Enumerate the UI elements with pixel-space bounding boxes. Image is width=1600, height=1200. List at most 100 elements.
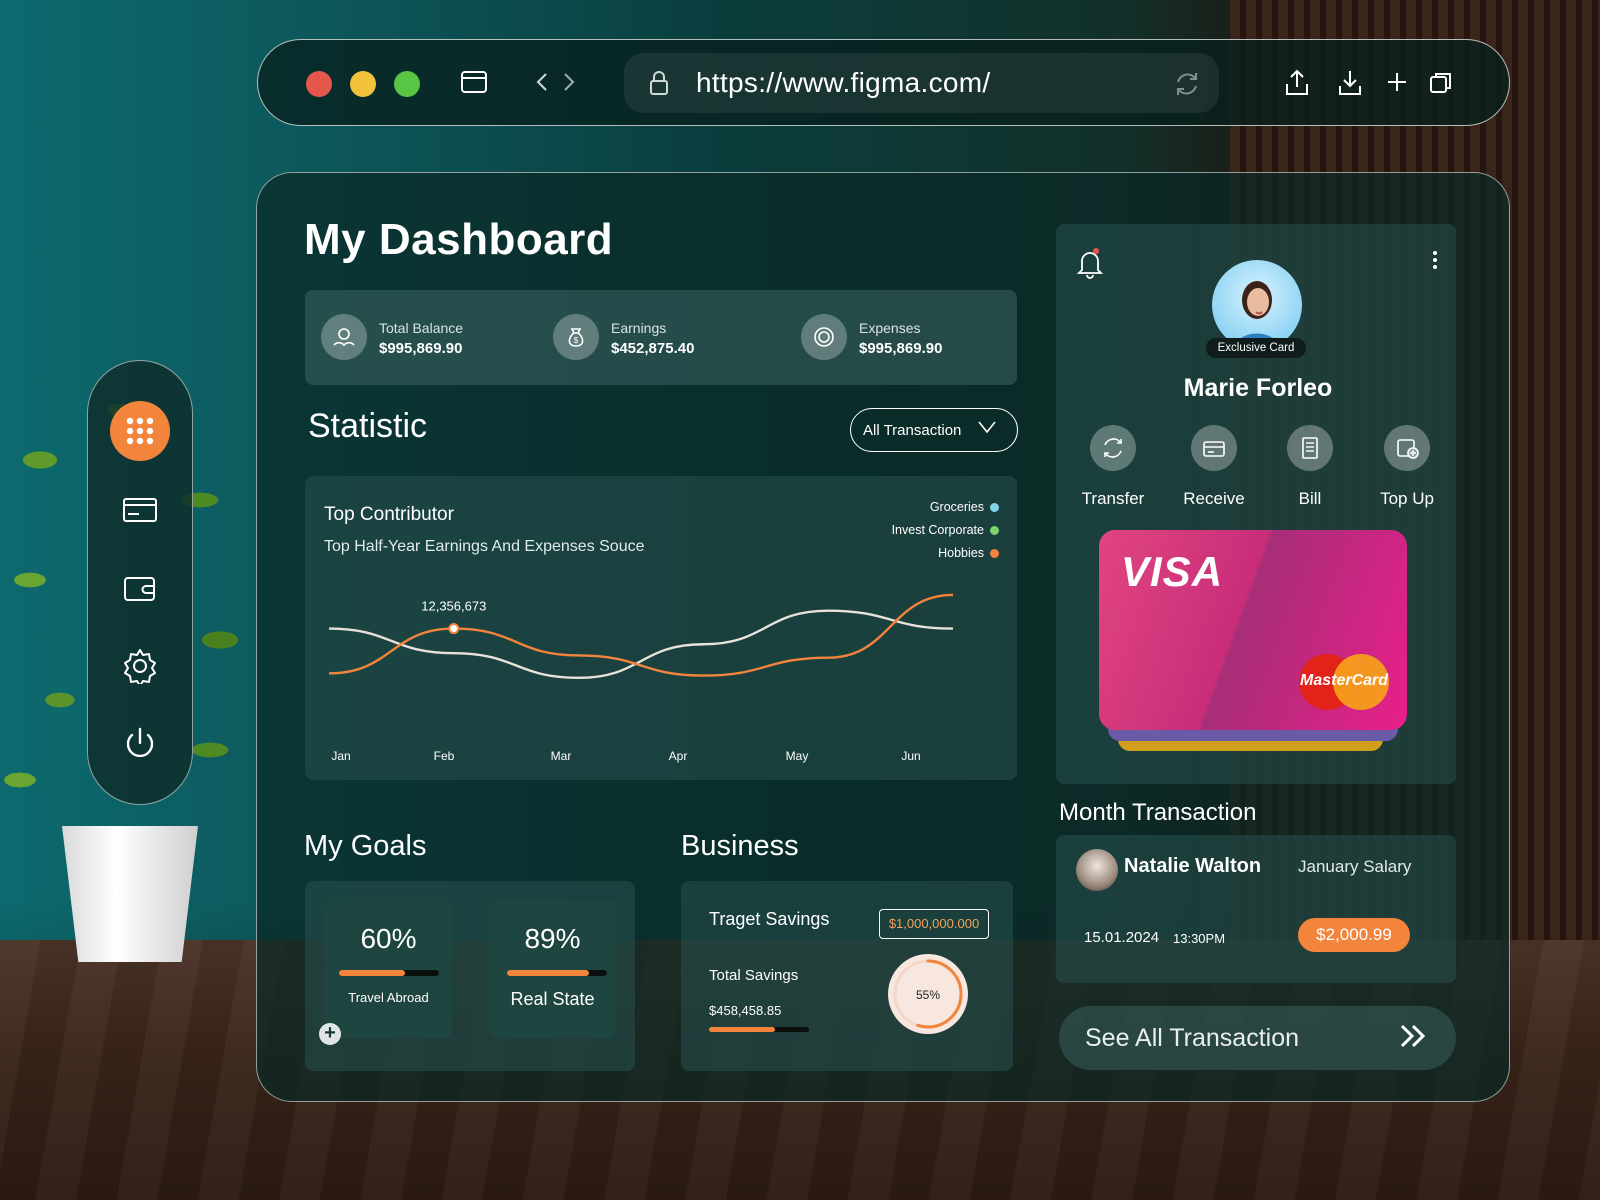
coins-icon (801, 314, 847, 360)
transaction-amount: $2,000.99 (1298, 918, 1410, 952)
business-panel: Traget Savings $1,000,000.000 Total Savi… (681, 881, 1013, 1071)
summary-value: $452,875.40 (611, 340, 695, 357)
sidebar-item-cards[interactable] (110, 480, 170, 540)
url-text: https://www.figma.com/ (696, 67, 991, 98)
wallet-icon (124, 577, 155, 601)
transaction-time: 13:30PM (1173, 931, 1226, 946)
close-window-dot[interactable] (306, 71, 332, 97)
share-icon[interactable] (1283, 68, 1311, 103)
back-arrow-icon[interactable] (533, 70, 551, 99)
target-savings-label: Traget Savings (709, 909, 830, 929)
background-plant-pot (62, 826, 198, 962)
transaction-name: Natalie Walton (1124, 855, 1262, 877)
profile-name: Marie Forleo (1183, 374, 1333, 402)
reload-icon[interactable] (1172, 69, 1202, 104)
month-transaction-title: Month Transaction (1059, 799, 1257, 826)
apps-grid-icon (126, 417, 154, 445)
action-transfer[interactable]: Transfer (1068, 425, 1158, 509)
action-top-up[interactable]: Top Up (1362, 425, 1452, 509)
target-savings-value: $1,000,000.000 (879, 909, 989, 939)
transaction-item[interactable]: Natalie Walton January Salary 15.01.2024… (1056, 835, 1456, 983)
tabs-copy-icon[interactable] (1428, 70, 1454, 101)
receive-icon (1191, 425, 1237, 471)
svg-text:$: $ (574, 336, 579, 345)
goal-card-travel[interactable]: 60% Travel Abroad (325, 901, 452, 1038)
action-label: Transfer (1081, 489, 1145, 508)
mastercard-text: MasterCard (1299, 672, 1389, 689)
action-receive[interactable]: Receive (1169, 425, 1259, 509)
goal-progress-bar (507, 970, 607, 976)
settings-gear-icon (124, 649, 156, 684)
x-tick-label: Mar (551, 749, 572, 763)
top-contributor-chart: Top Contributor Top Half-Year Earnings A… (305, 476, 1017, 780)
x-tick-label: May (786, 749, 809, 763)
goal-percent: 60% (360, 923, 417, 954)
see-all-label: See All Transaction (1085, 1024, 1300, 1052)
series-line-0 (328, 609, 954, 680)
x-tick-label: Jun (901, 749, 920, 763)
savings-progress-bar (709, 1027, 809, 1032)
summary-bar: Total Balance $995,869.90 $ Earnings $45… (305, 290, 1017, 385)
goal-percent: 89% (524, 923, 581, 954)
sidebar-item-apps[interactable] (110, 401, 170, 461)
lock-icon (648, 70, 670, 101)
x-tick-label: Feb (434, 749, 455, 763)
new-tab-plus-icon[interactable] (1385, 70, 1409, 99)
bill-icon (1287, 425, 1333, 471)
business-title: Business (681, 830, 799, 862)
page-title: My Dashboard (304, 215, 614, 264)
highlight-label: 12,356,673 (421, 599, 486, 614)
goals-title: My Goals (304, 830, 427, 862)
goal-card-real-state[interactable]: 89% Real State (489, 901, 616, 1038)
goal-progress-bar (339, 970, 439, 976)
savings-ring: 55% (888, 954, 968, 1034)
avatar[interactable] (1212, 260, 1302, 350)
filter-value: All Transaction (863, 422, 962, 439)
money-bag-icon: $ (553, 314, 599, 360)
avatar (1076, 849, 1118, 891)
goal-progress-fill (507, 970, 589, 976)
minimize-window-dot[interactable] (350, 71, 376, 97)
summary-value: $995,869.90 (859, 340, 943, 357)
ring-percent: 55% (916, 988, 940, 1002)
highlight-point[interactable] (448, 623, 460, 635)
goal-label: Real State (510, 989, 595, 1009)
summary-label: Total Balance (379, 320, 464, 336)
dashboard-panel: My Dashboard Total Balance $995,869.90 $… (256, 172, 1510, 1102)
summary-label: Expenses (859, 320, 921, 336)
transaction-filter-select[interactable]: All Transaction (850, 408, 1018, 452)
notification-bell-icon[interactable] (1076, 246, 1104, 285)
address-bar[interactable]: https://www.figma.com/ (624, 53, 1219, 113)
see-all-transaction-button[interactable]: See All Transaction (1059, 1006, 1456, 1070)
sidebar-item-logout[interactable] (110, 714, 170, 774)
action-label: Top Up (1380, 489, 1434, 508)
sidebar-item-wallet[interactable] (110, 558, 170, 618)
forward-arrow-icon[interactable] (560, 70, 578, 99)
action-label: Receive (1183, 489, 1245, 508)
transfer-icon (1090, 425, 1136, 471)
download-icon[interactable] (1336, 68, 1364, 103)
summary-value: $995,869.90 (379, 340, 463, 357)
credit-card-icon (123, 498, 157, 522)
goals-panel: 60% Travel Abroad 89% Real State + (305, 881, 635, 1071)
goal-label: Travel Abroad (348, 990, 429, 1005)
x-tick-label: Apr (669, 749, 688, 763)
browser-toolbar: https://www.figma.com/ (257, 39, 1510, 126)
visa-logo: VISA (1121, 548, 1224, 595)
visa-credit-card[interactable]: VISA MasterCard (1099, 530, 1407, 730)
savings-progress-fill (709, 1027, 775, 1032)
power-icon (126, 727, 154, 758)
more-options-icon[interactable] (1432, 250, 1438, 275)
chevron-down-icon (977, 419, 997, 440)
line-chart-svg: 12,356,673 Jan Feb Mar Apr May Jun (328, 593, 954, 763)
maximize-window-dot[interactable] (394, 71, 420, 97)
sidebar-nav (87, 360, 193, 805)
action-bill[interactable]: Bill (1265, 425, 1355, 509)
money-hands-icon (321, 314, 367, 360)
double-chevron-right-icon (1398, 1020, 1428, 1057)
add-goal-button[interactable]: + (319, 1023, 341, 1045)
mastercard-logo: MasterCard (1299, 654, 1389, 710)
profile-card: Exclusive Card Marie Forleo Transfer Rec… (1056, 224, 1456, 784)
tab-overview-icon[interactable] (459, 67, 489, 102)
sidebar-item-settings[interactable] (110, 636, 170, 696)
